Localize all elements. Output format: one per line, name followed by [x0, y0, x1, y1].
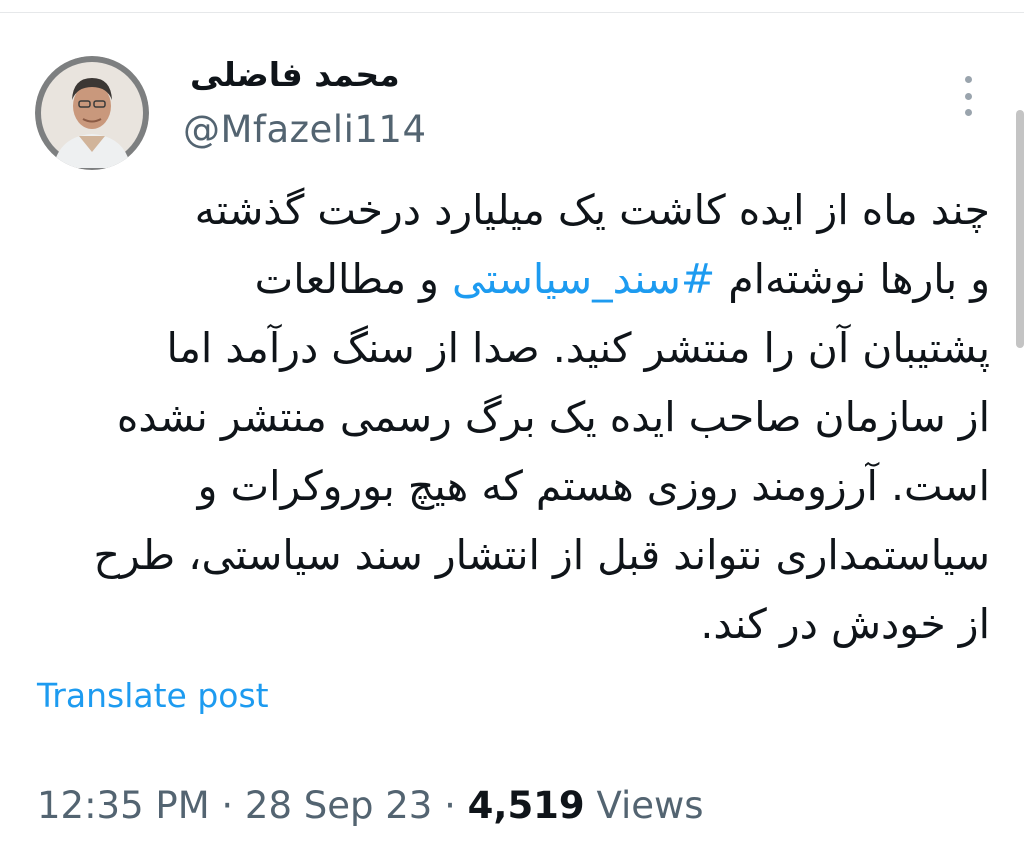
meta-separator: ·	[432, 784, 468, 827]
tweet-line: و بارها نوشته‌ام #سند_سیاستی و مطالعات	[30, 245, 990, 314]
tweet-meta: 12:35 PM · 28 Sep 23 · 4,519 Views	[37, 784, 704, 827]
dot	[964, 76, 972, 83]
tweet-line: از سازمان صاحب ایده یک برگ رسمی منتشر نش…	[116, 393, 990, 441]
tweet-line: پشتیبان آن را منتشر کنید. صدا از سنگ درآ…	[166, 324, 990, 372]
views-label[interactable]: Views	[585, 784, 703, 827]
post-time[interactable]: 12:35 PM	[37, 784, 210, 827]
post-date[interactable]: 28 Sep 23	[245, 784, 432, 827]
author-display-name[interactable]: محمد فاضلی	[190, 55, 400, 94]
tweet-text: چند ماه از ایده کاشت یک میلیارد درخت گذش…	[30, 176, 990, 659]
dot	[964, 92, 972, 100]
more-vertical-icon[interactable]	[956, 76, 980, 116]
tweet-line: از خودش در کند.	[700, 600, 990, 648]
avatar-photo	[35, 56, 149, 170]
dot	[964, 109, 972, 116]
author-handle[interactable]: @Mfazeli114	[183, 108, 427, 151]
tweet-line: است. آرزومند روزی هستم که هیچ بوروکرات و	[197, 462, 990, 510]
translate-post-link[interactable]: Translate post	[37, 676, 269, 715]
hashtag-link[interactable]: #سند_سیاستی	[452, 255, 715, 303]
tweet-line: چند ماه از ایده کاشت یک میلیارد درخت گذش…	[194, 186, 990, 234]
views-count[interactable]: 4,519	[468, 784, 585, 827]
top-divider	[0, 12, 1024, 13]
tweet-line: سیاستمداری نتواند قبل از انتشار سند سیاس…	[93, 531, 990, 579]
tweet-line-segment: و مطالعات	[254, 255, 452, 303]
meta-separator: ·	[209, 784, 245, 827]
scrollbar-thumb[interactable]	[1016, 110, 1024, 348]
tweet-line-segment: و بارها نوشته‌ام	[715, 255, 990, 303]
avatar[interactable]	[35, 56, 149, 170]
